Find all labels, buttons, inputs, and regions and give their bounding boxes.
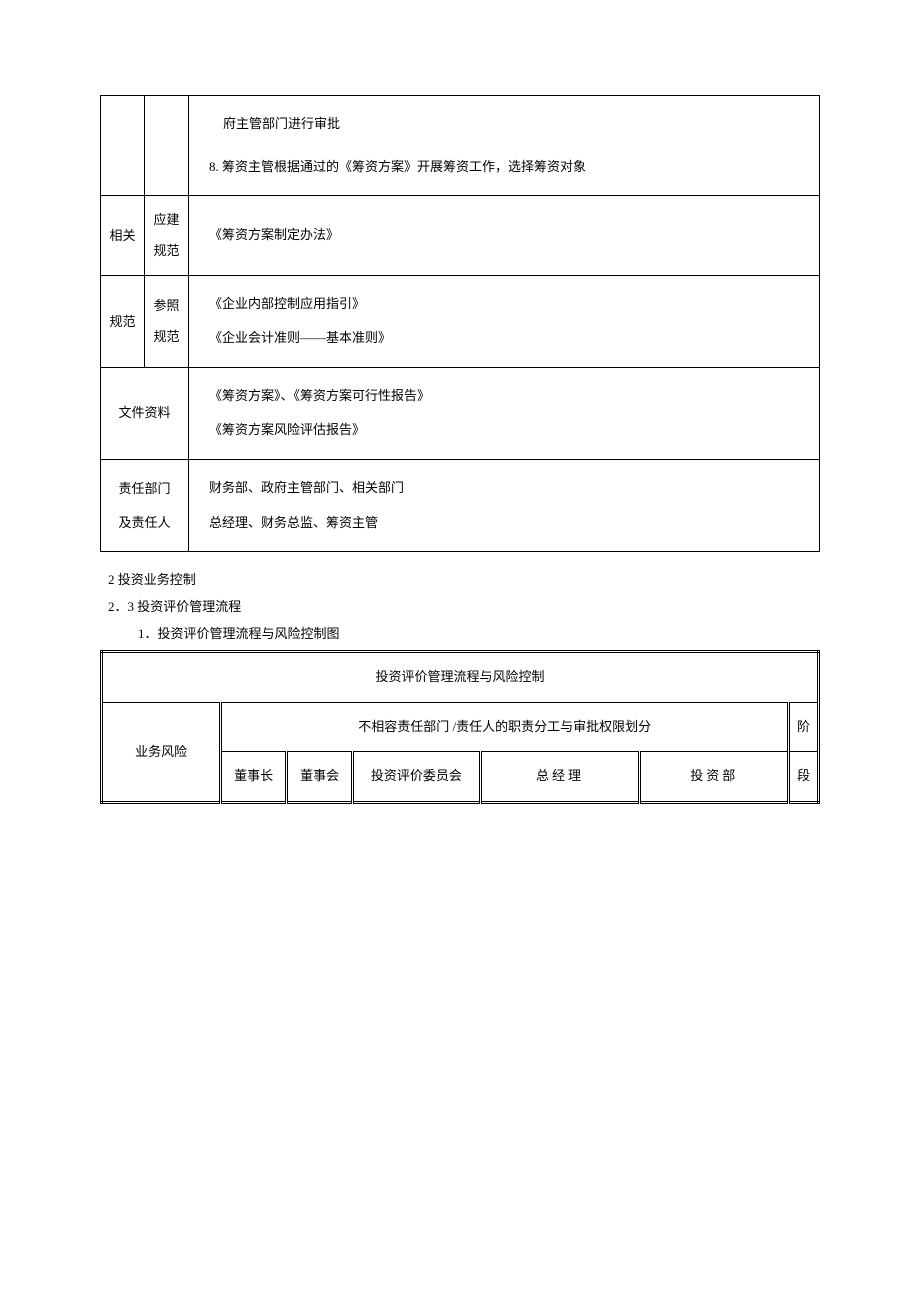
table-row: 责任部门 及责任人 财务部、政府主管部门、相关部门 总经理、财务总监、筹资主管 [101,459,820,551]
cell-header-merged: 不相容责任部门 /责任人的职责分工与审批权限划分 [221,702,789,752]
cell-category-a: 规范 [101,275,145,367]
table-row: 相关 应建规范 《筹资方案制定办法》 [101,196,820,275]
heading-item-1: 1．投资评价管理流程与风险控制图 [108,622,820,647]
cell-col-2: 董事会 [287,752,353,803]
table-2: 投资评价管理流程与风险控制 业务风险 不相容责任部门 /责任人的职责分工与审批权… [100,650,820,804]
table-row: 业务风险 不相容责任部门 /责任人的职责分工与审批权限划分 阶 [102,702,819,752]
table-row: 规范 参照规范 《企业内部控制应用指引》 《企业会计准则——基本准则》 [101,275,820,367]
text-line: 府主管部门进行审批 [209,110,809,139]
cell-content: 府主管部门进行审批 8. 筹资主管根据通过的《筹资方案》开展筹资工作，选择筹资对… [189,96,820,196]
cell-empty [145,96,189,196]
cell-stage-top: 阶 [789,702,819,752]
text-line: 《企业会计准则——基本准则》 [209,324,809,353]
heading-2-3: 2．3 投资评价管理流程 [108,595,820,620]
table-1: 府主管部门进行审批 8. 筹资主管根据通过的《筹资方案》开展筹资工作，选择筹资对… [100,95,820,552]
table-row: 府主管部门进行审批 8. 筹资主管根据通过的《筹资方案》开展筹资工作，选择筹资对… [101,96,820,196]
cell-content: 《企业内部控制应用指引》 《企业会计准则——基本准则》 [189,275,820,367]
text-line: 《筹资方案风险评估报告》 [209,416,809,445]
text-line: 责任部门 [105,472,184,506]
cell-col-1: 董事长 [221,752,287,803]
text-line: 及责任人 [105,506,184,540]
heading-2: 2 投资业务控制 [108,568,820,593]
table-row: 文件资料 《筹资方案》、《筹资方案可行性报告》 《筹资方案风险评估报告》 [101,367,820,459]
cell-category-b: 应建规范 [145,196,189,275]
cell-content: 《筹资方案》、《筹资方案可行性报告》 《筹资方案风险评估报告》 [189,367,820,459]
text-line: 财务部、政府主管部门、相关部门 [209,474,809,503]
cell-label: 文件资料 [101,367,189,459]
cell-col-4: 总经理 [480,752,640,803]
text-line: 《筹资方案》、《筹资方案可行性报告》 [209,382,809,411]
text-line: 《企业内部控制应用指引》 [209,290,809,319]
cell-category-b: 参照规范 [145,275,189,367]
cell-col-3: 投资评价委员会 [353,752,481,803]
cell-empty [101,96,145,196]
table-title: 投资评价管理流程与风险控制 [102,652,819,703]
cell-stage-bottom: 段 [789,752,819,803]
text-line: 《筹资方案制定办法》 [209,221,809,250]
cell-content: 财务部、政府主管部门、相关部门 总经理、财务总监、筹资主管 [189,459,820,551]
cell-content: 《筹资方案制定办法》 [189,196,820,275]
text-line: 总经理、财务总监、筹资主管 [209,509,809,538]
text-line: 8. 筹资主管根据通过的《筹资方案》开展筹资工作，选择筹资对象 [209,153,809,182]
section-headings: 2 投资业务控制 2．3 投资评价管理流程 1．投资评价管理流程与风险控制图 [108,568,820,646]
cell-category-a: 相关 [101,196,145,275]
cell-risk-label: 业务风险 [102,702,221,802]
cell-col-5: 投资部 [640,752,789,803]
cell-label: 责任部门 及责任人 [101,459,189,551]
table-row: 投资评价管理流程与风险控制 [102,652,819,703]
